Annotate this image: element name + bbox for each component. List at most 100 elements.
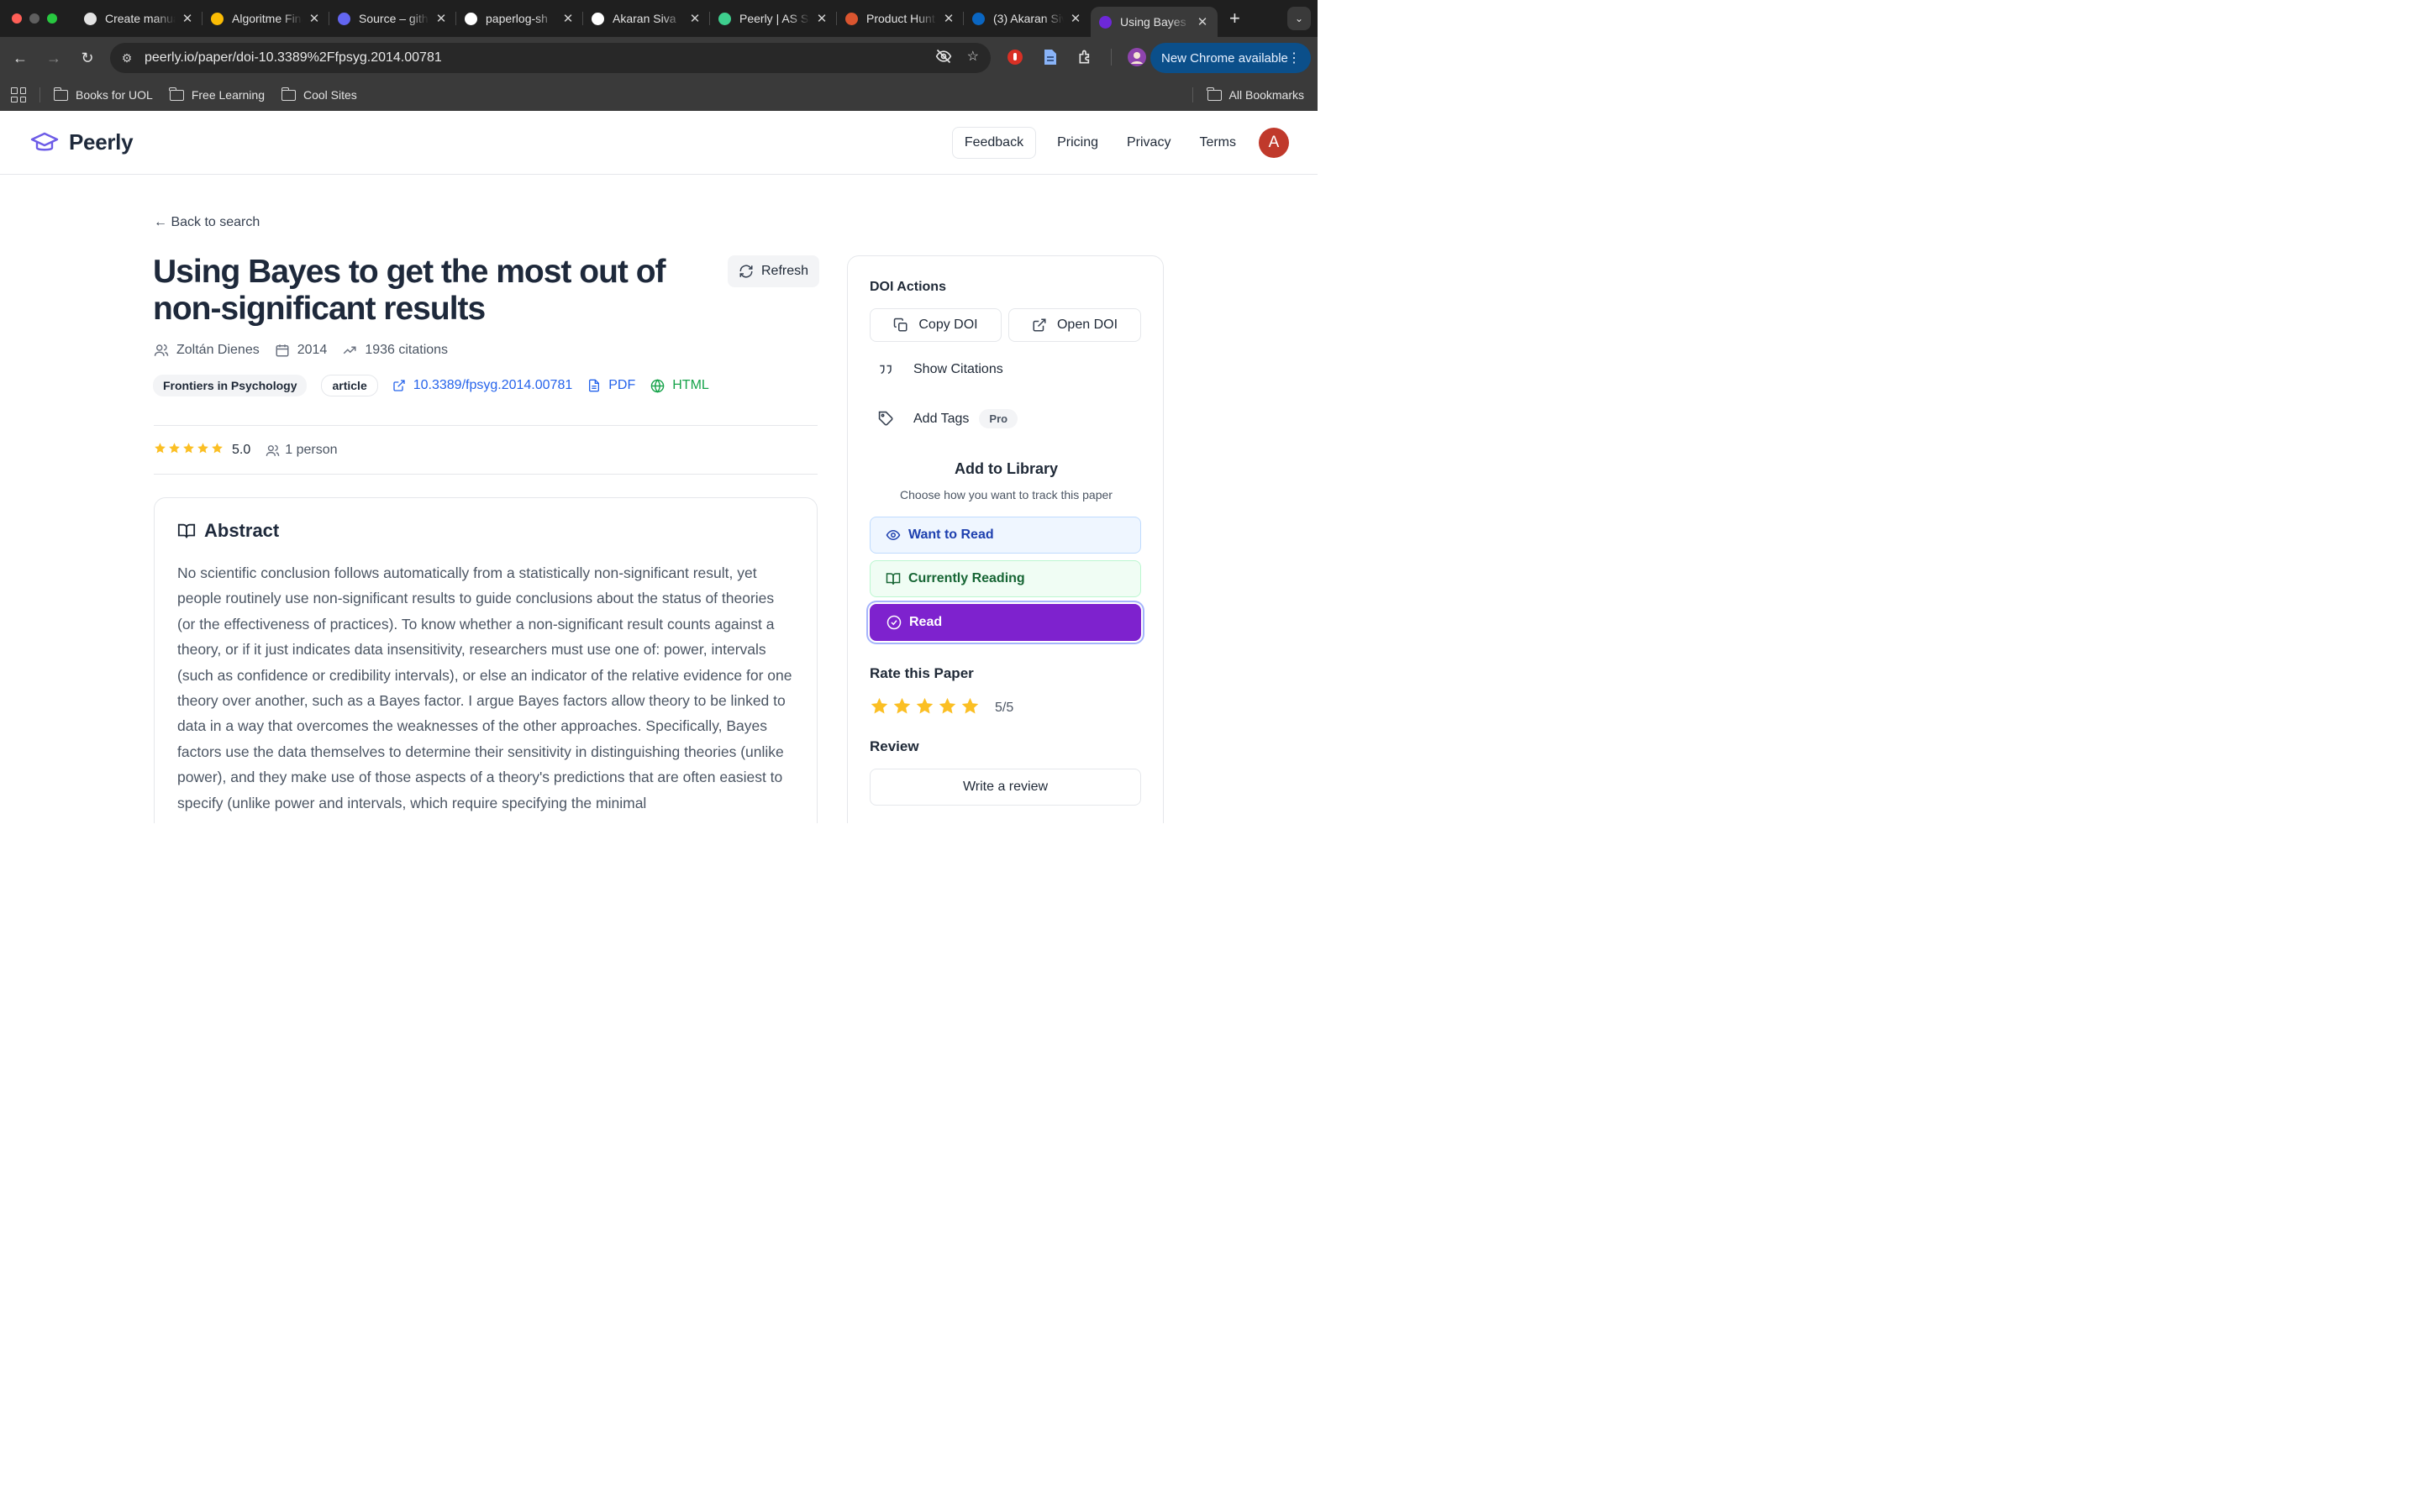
browser-tab[interactable]: Peerly | AS Saved ✕ [710, 0, 837, 37]
html-link[interactable]: HTML [650, 378, 709, 393]
browser-tab[interactable]: Product Hunt ✕ [837, 0, 964, 37]
address-bar-url[interactable]: peerly.io/paper/doi-10.3389%2Ffpsyg.2014… [145, 50, 442, 66]
site-header: Peerly Feedback Pricing Privacy Terms A [0, 111, 1318, 175]
bolt-icon [338, 12, 350, 25]
external-link-icon [1033, 318, 1046, 332]
nav-terms[interactable]: Terms [1199, 135, 1236, 150]
currently-reading-button[interactable]: Currently Reading [870, 560, 1141, 597]
tab-title: Create manual [105, 12, 176, 25]
read-button[interactable]: Read [870, 604, 1141, 641]
linkedin-icon [972, 12, 985, 25]
journal-badge: Frontiers in Psychology [153, 375, 308, 396]
more-menu-icon[interactable]: ⋮ [1287, 50, 1301, 66]
tab-list: Create manual✕Algoritme Final✕Source – g… [76, 0, 1218, 37]
browser-tab[interactable]: Algoritme Final ✕ [203, 0, 329, 37]
all-bookmarks-button[interactable]: All Bookmarks [1207, 87, 1304, 102]
tab-search-button[interactable]: ⌄ [1287, 7, 1311, 30]
bookmark-folder-cool-sites[interactable]: Cool Sites [281, 87, 357, 102]
rating-count-label: 1 person [285, 443, 338, 457]
site-info-icon[interactable]: ⚙ [112, 51, 142, 66]
doi-link[interactable]: 10.3389/fpsyg.2014.00781 [392, 378, 573, 393]
refresh-icon [739, 265, 753, 278]
close-tab-icon[interactable]: ✕ [1069, 11, 1082, 26]
open-doi-label: Open DOI [1056, 318, 1118, 332]
reload-button[interactable]: ↻ [72, 43, 103, 73]
close-tab-icon[interactable]: ✕ [561, 11, 575, 26]
add-tags-button[interactable]: Add Tags Pro [870, 409, 1018, 428]
file-text-icon [589, 379, 600, 392]
address-bar[interactable]: ⚙ peerly.io/paper/doi-10.3389%2Ffpsyg.20… [110, 43, 991, 73]
bookmark-star-icon[interactable]: ☆ [967, 48, 979, 69]
brand-logo[interactable]: Peerly [30, 129, 134, 155]
browser-tab-strip: Create manual✕Algoritme Final✕Source – g… [0, 0, 1318, 37]
close-tab-icon[interactable]: ✕ [308, 11, 321, 26]
tab-title: paperlog-sh [486, 12, 548, 25]
copy-doi-button[interactable]: Copy DOI [870, 308, 1002, 342]
divider [154, 425, 818, 426]
book-open-icon [177, 523, 196, 538]
copy-icon [894, 318, 908, 332]
folder-icon [281, 87, 296, 101]
profile-avatar-icon[interactable] [1127, 47, 1147, 67]
feedback-button[interactable]: Feedback [951, 126, 1037, 159]
tab-title: Akaran Siva [613, 12, 676, 25]
pdf-link[interactable]: PDF [587, 378, 635, 393]
extensions-puzzle-icon[interactable] [1076, 47, 1096, 67]
minimize-window-button[interactable] [29, 13, 39, 24]
forward-button[interactable]: → [39, 43, 69, 73]
show-citations-button[interactable]: Show Citations [870, 362, 1003, 377]
browser-tab[interactable]: Akaran Siva ✕ [583, 0, 710, 37]
abstract-heading: Abstract [177, 520, 794, 542]
bookmark-folder-books[interactable]: Books for UOL [53, 87, 153, 102]
browser-tab[interactable]: Create manual ✕ [76, 0, 203, 37]
close-tab-icon[interactable]: ✕ [815, 11, 829, 26]
eye-off-icon[interactable] [935, 48, 952, 69]
write-review-button[interactable]: Write a review [870, 769, 1141, 806]
star-icon[interactable] [915, 696, 934, 720]
open-doi-button[interactable]: Open DOI [1008, 308, 1141, 342]
bookmark-folder-free-learning[interactable]: Free Learning [169, 87, 265, 102]
user-avatar[interactable]: A [1259, 127, 1289, 158]
paper-sidebar: DOI Actions Copy DOI Open DOI Show Citat… [847, 255, 1164, 823]
close-tab-icon[interactable]: ✕ [942, 11, 955, 26]
copy-doi-label: Copy DOI [918, 318, 978, 332]
browser-tab[interactable]: Using Bayes ✕ [1091, 7, 1218, 37]
add-to-library-title: Add to Library [954, 460, 1058, 477]
abstract-card: Abstract No scientific conclusion follow… [154, 497, 818, 823]
nav-pricing[interactable]: Pricing [1057, 135, 1098, 150]
star-icon[interactable] [870, 696, 889, 720]
browser-tab[interactable]: (3) Akaran Siva ✕ [964, 0, 1091, 37]
close-tab-icon[interactable]: ✕ [434, 11, 448, 26]
back-button[interactable]: ← [5, 43, 35, 73]
close-tab-icon[interactable]: ✕ [181, 11, 194, 26]
bookmarks-bar: Books for UOL Free Learning Cool Sites A… [0, 79, 1318, 111]
browser-tab[interactable]: paperlog-sh ✕ [456, 0, 583, 37]
close-window-button[interactable] [12, 13, 22, 24]
back-to-search-link[interactable]: ← Back to search [154, 215, 260, 230]
external-link-icon [393, 380, 405, 391]
doi-text: 10.3389/fpsyg.2014.00781 [413, 378, 573, 392]
show-citations-label: Show Citations [913, 362, 1003, 376]
want-to-read-button[interactable]: Want to Read [870, 517, 1141, 554]
doi-actions-label: DOI Actions [870, 280, 946, 294]
new-tab-button[interactable]: + [1229, 8, 1240, 29]
star-icon[interactable] [892, 696, 912, 720]
maximize-window-button[interactable] [47, 13, 57, 24]
apps-grid-icon[interactable] [11, 87, 26, 102]
star-icon [182, 442, 195, 459]
refresh-button[interactable]: Refresh [728, 255, 820, 287]
extension-icons [1005, 47, 1147, 67]
close-tab-icon[interactable]: ✕ [688, 11, 702, 26]
browser-tab[interactable]: Source – github ✕ [329, 0, 456, 37]
refresh-label: Refresh [761, 264, 809, 278]
extension-hand-icon[interactable] [1005, 47, 1025, 67]
author-name[interactable]: Zoltán Dienes [176, 343, 260, 358]
star-icon[interactable] [960, 696, 980, 720]
star-icon[interactable] [938, 696, 957, 720]
users-icon [154, 344, 169, 356]
nav-privacy[interactable]: Privacy [1127, 135, 1171, 150]
extension-document-icon[interactable] [1040, 47, 1060, 67]
chrome-update-button[interactable]: New Chrome available ⋮ [1150, 43, 1311, 73]
close-tab-icon[interactable]: ✕ [1196, 14, 1209, 29]
tab-title: (3) Akaran Siva [993, 12, 1064, 25]
